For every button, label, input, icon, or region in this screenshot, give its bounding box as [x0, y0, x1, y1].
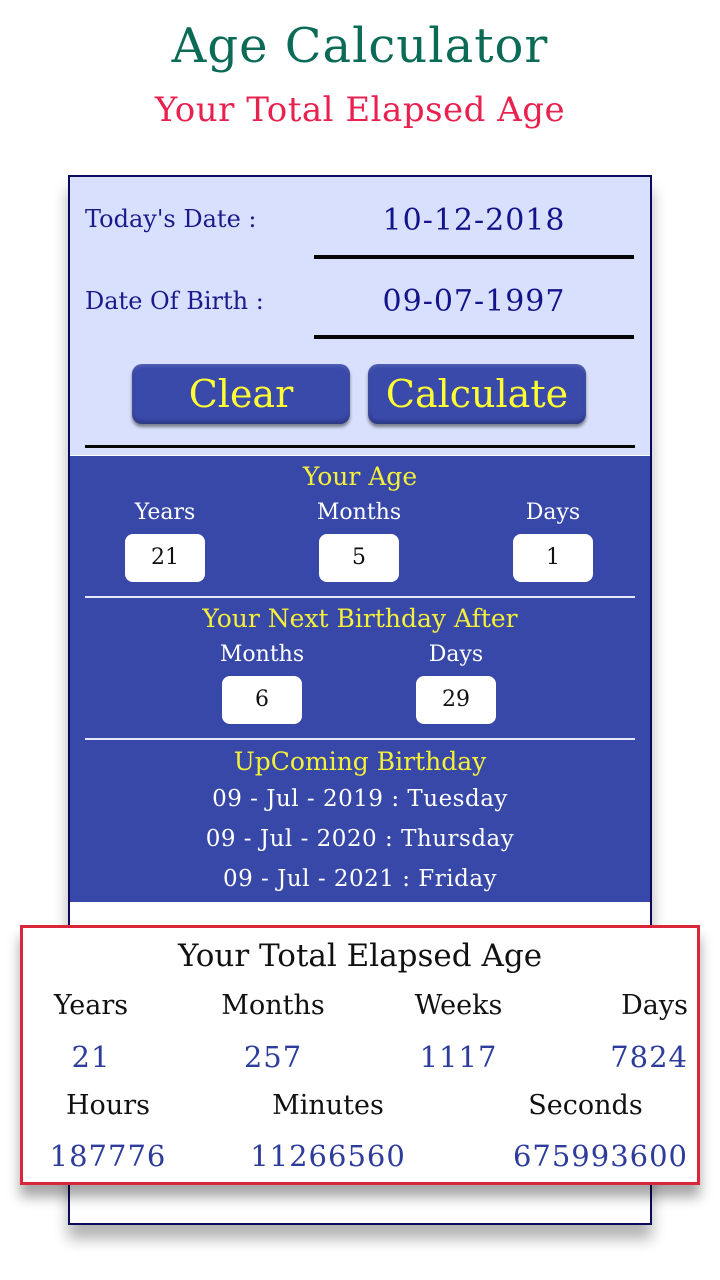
- upcoming-birthday-item: 09 - Jul - 2021 : Friday: [222, 866, 498, 892]
- next-months-value: 6: [222, 676, 302, 724]
- dob-field[interactable]: 09-07-1997: [314, 284, 634, 319]
- age-months-label: Months: [316, 500, 402, 525]
- divider: [85, 738, 635, 740]
- next-months-label: Months: [219, 642, 305, 667]
- total-minutes-value: 11266560: [250, 1139, 406, 1173]
- dob-label: Date Of Birth :: [85, 287, 264, 315]
- calculate-button[interactable]: Calculate: [368, 364, 586, 424]
- next-days-value: 29: [416, 676, 496, 724]
- total-years-label: Years: [53, 990, 129, 1021]
- divider: [85, 596, 635, 598]
- total-weeks-value: 1117: [419, 1040, 498, 1074]
- today-date-label: Today's Date :: [85, 205, 257, 233]
- promo-subtitle: Your Total Elapsed Age: [154, 90, 566, 130]
- age-days-label: Days: [525, 500, 581, 525]
- divider: [85, 445, 635, 448]
- age-years-value: 21: [125, 534, 205, 582]
- total-hours-value: 187776: [49, 1139, 167, 1173]
- date-input-panel: Today's Date : 10-12-2018 Date Of Birth …: [70, 177, 650, 455]
- total-elapsed-age-card: Your Total Elapsed Age Years Months Week…: [20, 925, 700, 1185]
- age-months-value: 5: [319, 534, 399, 582]
- result-panel: Your Age Years Months Days 21 5 1 Your N…: [70, 456, 650, 902]
- total-days-value: 7824: [610, 1040, 688, 1074]
- total-elapsed-title: Your Total Elapsed Age: [177, 938, 543, 974]
- total-seconds-label: Seconds: [528, 1090, 643, 1121]
- today-date-field[interactable]: 10-12-2018: [314, 203, 634, 238]
- total-weeks-label: Weeks: [414, 990, 503, 1021]
- your-age-title: Your Age: [302, 462, 418, 491]
- upcoming-birthday-item: 09 - Jul - 2019 : Tuesday: [212, 786, 508, 812]
- promo-title: Age Calculator: [171, 18, 549, 74]
- total-months-label: Months: [221, 990, 325, 1021]
- total-months-value: 257: [243, 1040, 303, 1074]
- dob-underline: [314, 335, 634, 339]
- total-minutes-label: Minutes: [272, 1090, 384, 1121]
- age-years-label: Years: [134, 500, 196, 525]
- total-days-label: Days: [621, 990, 688, 1021]
- upcoming-birthday-item: 09 - Jul - 2020 : Thursday: [205, 826, 515, 852]
- next-days-label: Days: [428, 642, 484, 667]
- total-years-value: 21: [71, 1040, 111, 1074]
- clear-button[interactable]: Clear: [132, 364, 350, 424]
- today-date-underline: [314, 255, 634, 259]
- next-birthday-title: Your Next Birthday After: [202, 604, 518, 633]
- total-hours-label: Hours: [66, 1090, 150, 1121]
- upcoming-birthday-title: UpComing Birthday: [233, 747, 487, 776]
- total-seconds-value: 675993600: [512, 1139, 688, 1173]
- age-days-value: 1: [513, 534, 593, 582]
